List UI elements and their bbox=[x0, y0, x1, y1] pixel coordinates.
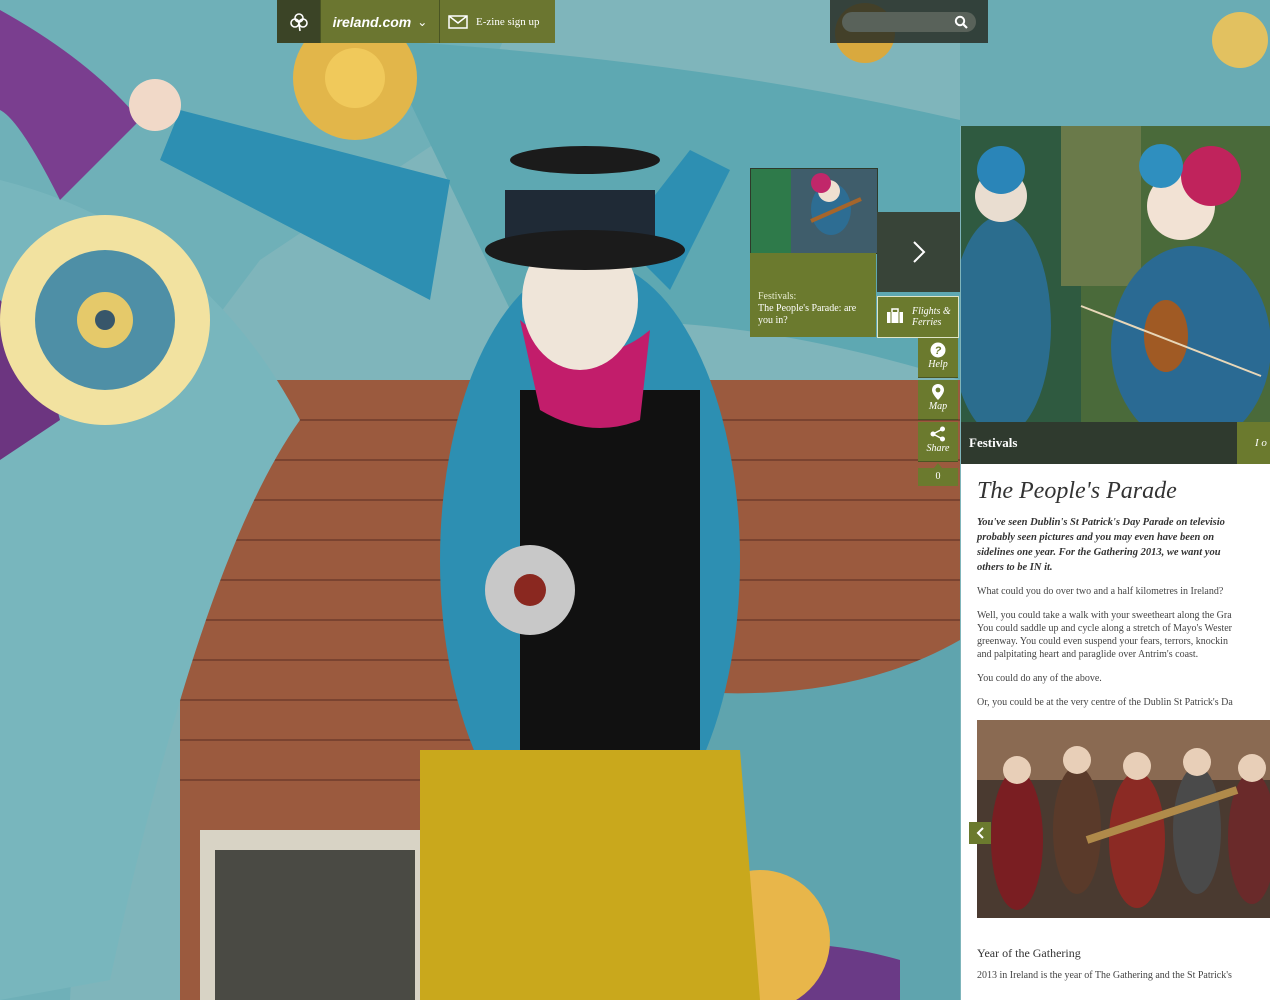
flights-ferries-label: Flights & Ferries bbox=[912, 306, 951, 328]
article-header-image bbox=[961, 126, 1270, 422]
map-button[interactable]: Map bbox=[918, 380, 958, 420]
share-icon bbox=[930, 426, 945, 442]
article-paragraph: Well, you could take a walk with your sw… bbox=[977, 609, 1270, 661]
chevron-left-icon bbox=[976, 827, 984, 839]
paragraph-line: You could saddle up and cycle along a st… bbox=[977, 623, 1233, 634]
intro-line: You've seen Dublin's St Patrick's Day Pa… bbox=[977, 517, 1225, 528]
teaser-title: The People's Parade: are you in? bbox=[758, 303, 857, 326]
search-box bbox=[830, 0, 988, 43]
share-count-badge: 0 bbox=[918, 463, 958, 486]
article-action-label: I o bbox=[1255, 437, 1267, 449]
article-body: The People's Parade You've seen Dublin's… bbox=[961, 464, 1270, 1000]
article-gallery-photo[interactable] bbox=[977, 720, 1270, 918]
teaser-category: Festivals: bbox=[758, 291, 797, 302]
brand-menu-button[interactable]: ireland.com ⌄ bbox=[320, 0, 439, 43]
intro-line: probably seen pictures and you may even … bbox=[977, 532, 1215, 543]
paragraph-line: and palpitating heart and paraglide over… bbox=[977, 649, 1199, 660]
ezine-signup-button[interactable]: E-zine sign up bbox=[439, 0, 555, 43]
article-subheading: Year of the Gathering bbox=[977, 946, 1081, 960]
article-paragraph: Or, you could be at the very centre of t… bbox=[977, 697, 1233, 708]
intro-line: others to be IN it. bbox=[977, 562, 1053, 573]
shamrock-icon bbox=[289, 12, 308, 31]
suitcase-icon bbox=[886, 307, 904, 327]
chevron-down-icon: ⌄ bbox=[417, 14, 428, 29]
article-title: The People's Parade bbox=[977, 478, 1177, 504]
article-paragraph: 2013 in Ireland is the year of The Gathe… bbox=[977, 970, 1232, 981]
paragraph-line: greenway. You could even suspend your fe… bbox=[977, 636, 1228, 647]
teaser-next-button[interactable] bbox=[877, 212, 960, 292]
share-button[interactable]: Share bbox=[918, 422, 958, 462]
teaser-caption[interactable]: Festivals: The People's Parade: are you … bbox=[750, 253, 876, 337]
help-icon: ? bbox=[930, 342, 946, 358]
article-paragraph: What could you do over two and a half ki… bbox=[977, 586, 1224, 597]
article-intro: You've seen Dublin's St Patrick's Day Pa… bbox=[977, 515, 1270, 575]
article-category-label: Festivals bbox=[969, 435, 1018, 450]
help-label: Help bbox=[928, 359, 948, 370]
chevron-right-icon bbox=[912, 241, 925, 263]
shamrock-home-button[interactable] bbox=[277, 0, 320, 43]
teaser-thumbnail-image[interactable] bbox=[750, 168, 878, 254]
top-navigation-bar: ireland.com ⌄ E-zine sign up bbox=[277, 0, 555, 43]
search-icon[interactable] bbox=[954, 15, 968, 34]
gallery-prev-button[interactable] bbox=[969, 822, 991, 844]
search-input[interactable] bbox=[842, 11, 968, 32]
help-button[interactable]: ? Help bbox=[918, 338, 958, 378]
flights-ferries-button[interactable]: Flights & Ferries bbox=[877, 296, 959, 338]
ezine-label: E-zine sign up bbox=[476, 15, 540, 28]
brand-label: ireland.com bbox=[332, 13, 412, 30]
map-label: Map bbox=[928, 401, 948, 412]
map-pin-icon bbox=[932, 384, 944, 400]
article-category-bar: Festivals I o bbox=[961, 422, 1270, 464]
svg-text:?: ? bbox=[935, 345, 942, 357]
paragraph-line: Well, you could take a walk with your sw… bbox=[977, 610, 1232, 621]
article-paragraph: You could do any of the above. bbox=[977, 673, 1102, 684]
intro-line: sidelines one year. For the Gathering 20… bbox=[977, 547, 1221, 558]
article-action-button[interactable]: I o bbox=[1237, 422, 1270, 464]
envelope-icon bbox=[448, 14, 468, 29]
share-label: Share bbox=[926, 443, 950, 454]
